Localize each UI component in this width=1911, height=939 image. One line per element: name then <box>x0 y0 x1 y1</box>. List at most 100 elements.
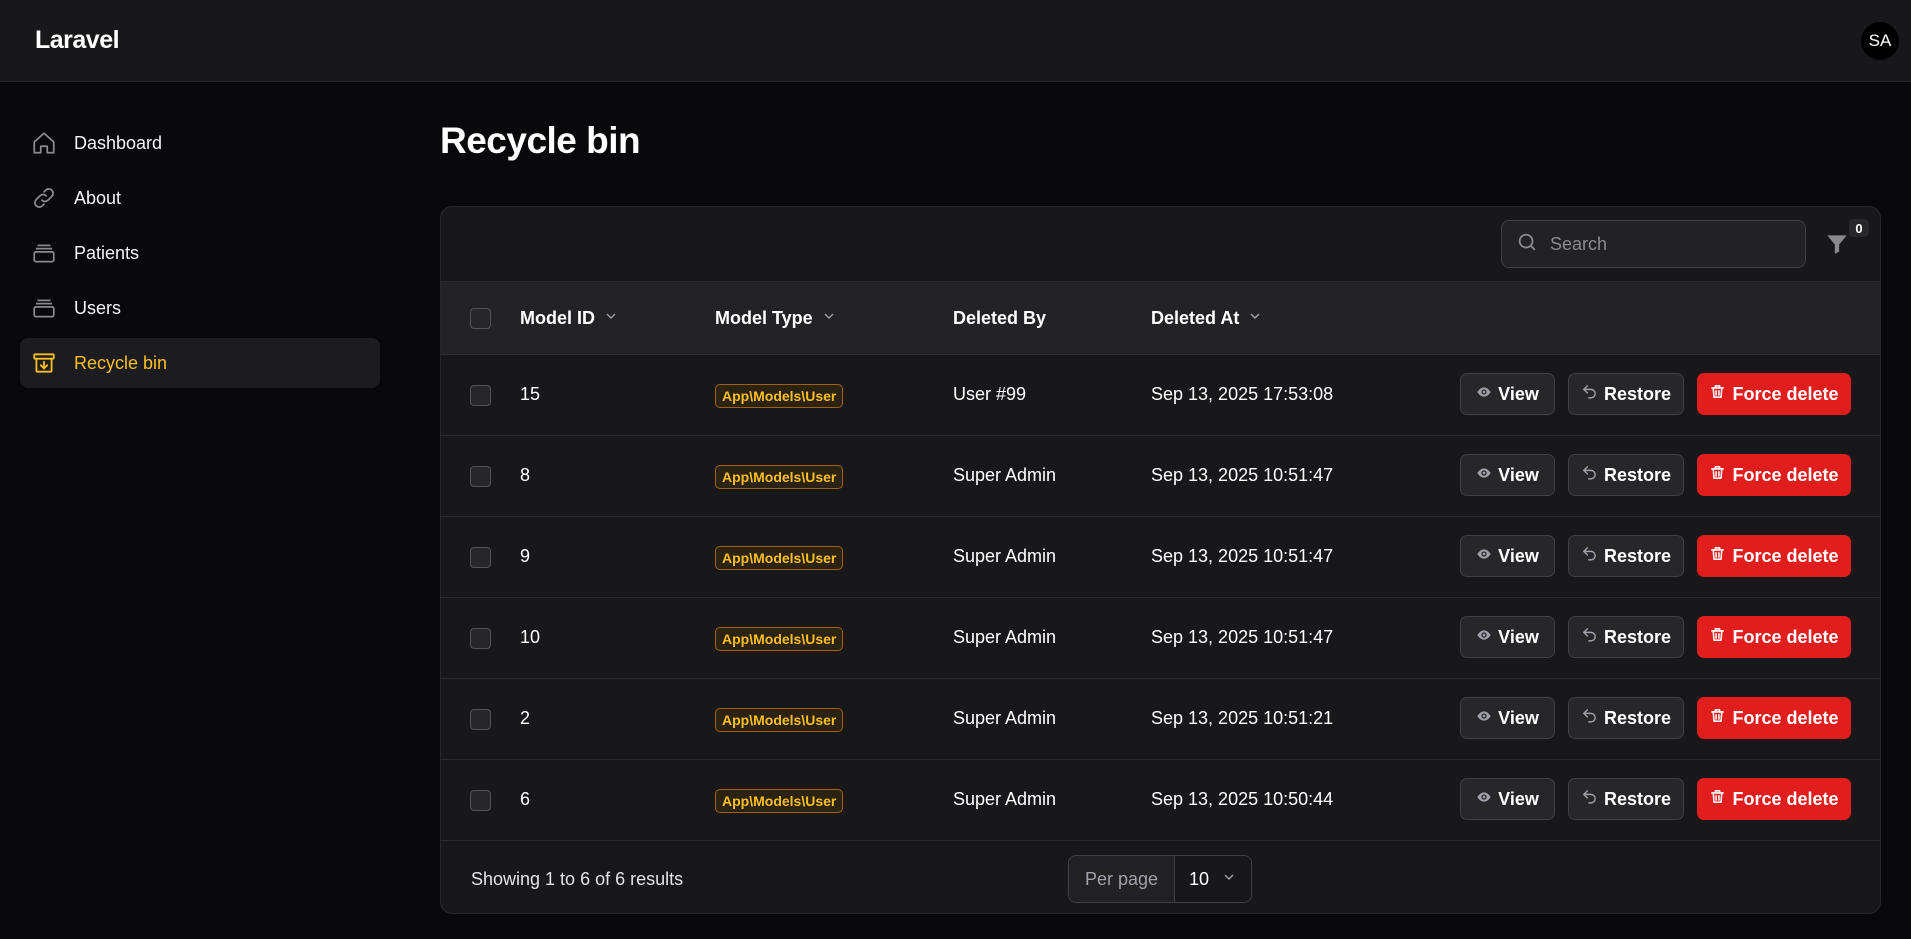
restore-button[interactable]: Restore <box>1568 535 1684 577</box>
table-row: 15 App\Models\User User #99 Sep 13, 2025 17… <box>441 355 1880 436</box>
force-delete-button[interactable]: Force delete <box>1697 373 1851 415</box>
undo-icon <box>1581 707 1604 729</box>
table-row: 10 App\Models\User Super Admin Sep 13, 2025… <box>441 598 1880 679</box>
deleted-at: Sep 13, 2025 10:51:47 <box>1151 465 1334 485</box>
per-page-value[interactable]: 10 <box>1175 856 1251 902</box>
sidebar-item-dashboard[interactable]: Dashboard <box>20 118 380 168</box>
trash-icon <box>1709 788 1732 810</box>
model-id: 8 <box>520 465 531 485</box>
force-delete-button[interactable]: Force delete <box>1697 697 1851 739</box>
force-delete-button[interactable]: Force delete <box>1697 454 1851 496</box>
eye-icon <box>1476 546 1498 567</box>
force-delete-button[interactable]: Force delete <box>1697 778 1851 820</box>
model-type-badge: App\Models\User <box>715 546 844 570</box>
per-page-select[interactable]: Per page 10 <box>1068 855 1252 903</box>
row-checkbox[interactable] <box>470 547 491 568</box>
sidebar-item-label: Patients <box>74 242 140 263</box>
model-type-badge: App\Models\User <box>715 465 844 489</box>
eye-icon <box>1476 627 1498 648</box>
column-header-model-id[interactable]: Model ID <box>520 308 619 329</box>
filter-icon <box>1824 235 1850 261</box>
stack-icon <box>30 239 58 267</box>
force-delete-button[interactable]: Force delete <box>1697 535 1851 577</box>
deleted-at: Sep 13, 2025 10:51:21 <box>1151 708 1334 728</box>
trash-icon <box>1709 383 1732 405</box>
chevron-down-icon <box>603 308 619 329</box>
sidebar-item-label: About <box>74 187 122 208</box>
eye-icon <box>1476 708 1498 729</box>
trash-icon <box>1709 707 1732 729</box>
pagination-summary: Showing 1 to 6 of 6 results <box>471 869 684 889</box>
table-row: 8 App\Models\User Super Admin Sep 13, 2025 … <box>441 436 1880 517</box>
search-box[interactable] <box>1501 220 1806 268</box>
row-checkbox[interactable] <box>470 466 491 487</box>
force-delete-button[interactable]: Force delete <box>1697 616 1851 658</box>
view-button[interactable]: View <box>1460 778 1555 820</box>
sidebar-item-label: Dashboard <box>74 132 163 153</box>
brand-logo[interactable]: Laravel <box>35 26 120 55</box>
model-type-badge: App\Models\User <box>715 384 844 408</box>
sidebar-item-users[interactable]: Users <box>20 283 380 333</box>
model-id: 6 <box>520 789 531 809</box>
undo-icon <box>1581 626 1604 648</box>
archive-icon <box>30 349 58 377</box>
sidebar-item-about[interactable]: About <box>20 173 380 223</box>
chevron-down-icon <box>1247 308 1263 329</box>
eye-icon <box>1476 465 1498 486</box>
sidebar-item-recycle-bin[interactable]: Recycle bin <box>20 338 380 388</box>
table-row: 2 App\Models\User Super Admin Sep 13, 2025 … <box>441 679 1880 760</box>
view-button[interactable]: View <box>1460 535 1555 577</box>
eye-icon <box>1476 789 1498 810</box>
undo-icon <box>1581 545 1604 567</box>
table-row: 6 App\Models\User Super Admin Sep 13, 2025 … <box>441 760 1880 841</box>
home-icon <box>30 129 58 157</box>
model-type-badge: App\Models\User <box>715 789 844 813</box>
model-id: 9 <box>520 546 531 566</box>
restore-button[interactable]: Restore <box>1568 616 1684 658</box>
row-checkbox[interactable] <box>470 385 491 406</box>
sidebar-item-patients[interactable]: Patients <box>20 228 380 278</box>
restore-button[interactable]: Restore <box>1568 373 1684 415</box>
table-body: 15 App\Models\User User #99 Sep 13, 2025 17… <box>441 355 1880 841</box>
table-footer: Showing 1 to 6 of 6 results Per page 10 <box>441 841 1880 913</box>
row-checkbox[interactable] <box>470 790 491 811</box>
deleted-at: Sep 13, 2025 10:51:47 <box>1151 627 1334 647</box>
select-all-checkbox[interactable] <box>470 308 491 329</box>
row-checkbox[interactable] <box>470 709 491 730</box>
sidebar: Dashboard About Patients Users Recycle b… <box>20 118 380 393</box>
deleted-by: Super Admin <box>953 708 1057 728</box>
trash-icon <box>1709 464 1732 486</box>
trash-icon <box>1709 545 1732 567</box>
search-input[interactable] <box>1550 233 1790 255</box>
sidebar-item-label: Recycle bin <box>74 352 168 373</box>
table-header: Model ID Model Type Deleted By Deleted A… <box>441 282 1880 355</box>
view-button[interactable]: View <box>1460 454 1555 496</box>
recycle-bin-table-card: 0 Model ID Model Type Deleted By Deleted… <box>440 206 1881 914</box>
row-checkbox[interactable] <box>470 628 491 649</box>
restore-button[interactable]: Restore <box>1568 778 1684 820</box>
deleted-by: User #99 <box>953 384 1027 404</box>
undo-icon <box>1581 383 1604 405</box>
restore-button[interactable]: Restore <box>1568 697 1684 739</box>
user-avatar[interactable]: SA <box>1861 22 1899 60</box>
model-id: 2 <box>520 708 531 728</box>
view-button[interactable]: View <box>1460 616 1555 658</box>
column-header-model-type[interactable]: Model Type <box>715 308 837 329</box>
deleted-by: Super Admin <box>953 465 1057 485</box>
restore-button[interactable]: Restore <box>1568 454 1684 496</box>
per-page-label: Per page <box>1069 856 1175 902</box>
table-toolbar: 0 <box>441 207 1880 282</box>
deleted-by: Super Admin <box>953 627 1057 647</box>
filter-count-badge: 0 <box>1849 219 1869 237</box>
view-button[interactable]: View <box>1460 373 1555 415</box>
column-header-deleted-at[interactable]: Deleted At <box>1151 308 1263 329</box>
undo-icon <box>1581 464 1604 486</box>
column-header-deleted-by: Deleted By <box>953 308 1047 328</box>
search-icon <box>1516 231 1538 258</box>
page-title: Recycle bin <box>440 120 641 161</box>
model-id: 15 <box>520 384 541 404</box>
deleted-by: Super Admin <box>953 789 1057 809</box>
view-button[interactable]: View <box>1460 697 1555 739</box>
undo-icon <box>1581 788 1604 810</box>
table-row: 9 App\Models\User Super Admin Sep 13, 2025 … <box>441 517 1880 598</box>
